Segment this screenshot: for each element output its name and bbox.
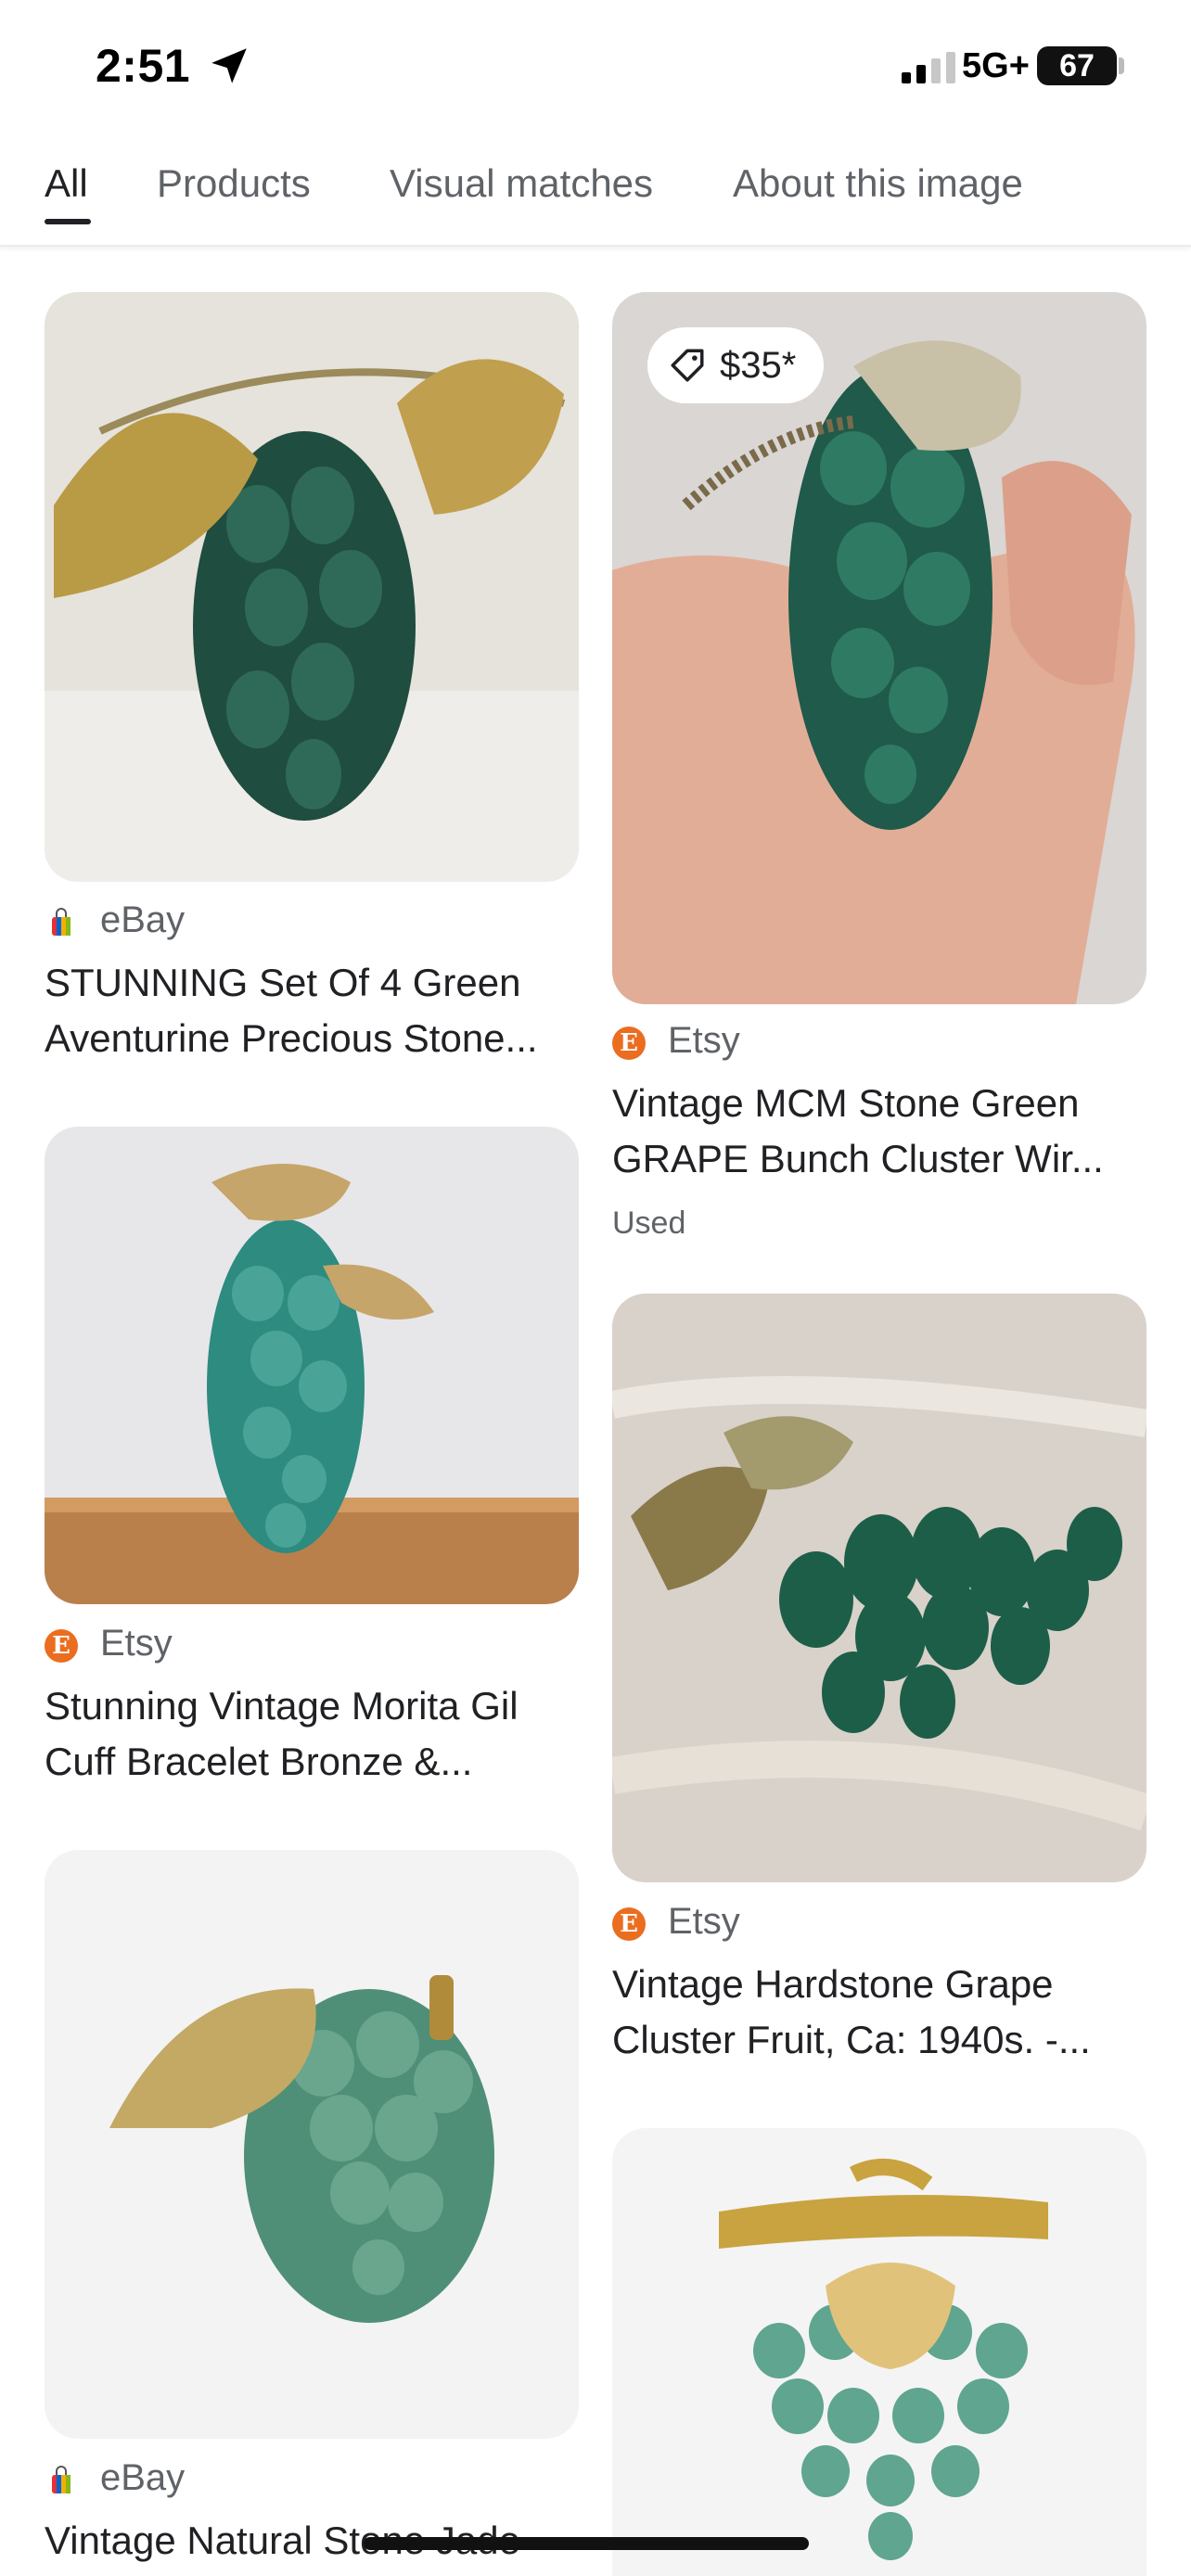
status-time: 2:51 [96,40,191,92]
result-title-line[interactable]: Stunning Vintage Morita Gil [45,1678,519,1734]
source-name: Etsy [668,1020,740,1061]
result-image[interactable] [612,2128,1146,2576]
cellular-signal-icon [902,52,955,83]
result-source: E Etsy [45,1623,579,1669]
price-badge: $35* [647,327,825,403]
active-tab-indicator [45,219,91,224]
condition-label: Used [612,1205,686,1241]
tab-bar: All Products Visual matches About this i… [0,139,1191,247]
result-source: E Etsy [612,1020,1146,1066]
ebay-bag-icon [52,908,70,936]
result-title-line[interactable]: STUNNING Set Of 4 Green [45,955,520,1011]
result-image[interactable]: $35* [612,292,1146,1004]
result-title-line[interactable]: Cluster Fruit, Ca: 1940s. -... [612,2012,1091,2068]
price-text: $35* [720,344,797,386]
result-card-5[interactable]: eBay Vintage Natural Stone Jade [45,1850,579,2576]
result-image[interactable] [45,1850,579,2439]
home-indicator[interactable] [364,2537,809,2550]
result-card-6[interactable] [612,2128,1146,2576]
battery-icon: 67 [1037,46,1117,85]
tab-all[interactable]: All [45,161,88,206]
status-bar: 2:51 5G+ 67 [0,0,1191,130]
result-title-line[interactable]: Vintage Hardstone Grape [612,1957,1054,2012]
etsy-icon: E [45,1629,78,1663]
result-card-1[interactable]: eBay STUNNING Set Of 4 Green Aventurine … [45,292,579,1071]
result-source: E Etsy [612,1901,1146,1947]
tab-visual-matches[interactable]: Visual matches [390,161,653,206]
result-card-4[interactable]: E Etsy Vintage Hardstone Grape Cluster F… [612,1294,1146,2072]
tab-about-this-image[interactable]: About this image [733,161,1023,206]
result-source: eBay [45,2457,579,2504]
source-name: eBay [100,899,186,940]
result-source: eBay [45,899,579,946]
etsy-icon: E [612,1027,646,1060]
network-type: 5G+ [962,46,1030,85]
result-card-2[interactable]: $35* E Etsy Vintage MCM Stone Green GRAP… [612,292,1146,1247]
result-image[interactable] [45,1127,579,1604]
etsy-icon: E [612,1907,646,1941]
result-image[interactable] [612,1294,1146,1882]
tab-products[interactable]: Products [157,161,311,206]
battery-cap [1119,57,1124,74]
price-tag-icon [671,349,704,382]
result-image[interactable] [45,292,579,882]
source-name: Etsy [100,1623,173,1664]
result-card-3[interactable]: E Etsy Stunning Vintage Morita Gil Cuff … [45,1127,579,1794]
location-arrow-icon [211,48,247,83]
result-title-line[interactable]: Aventurine Precious Stone... [45,1011,538,1066]
source-name: eBay [100,2457,186,2498]
result-title-line[interactable]: Cuff Bracelet Bronze &... [45,1734,472,1790]
source-name: Etsy [668,1901,740,1942]
ebay-bag-icon [52,2466,70,2493]
result-title-line[interactable]: Vintage MCM Stone Green [612,1076,1080,1131]
result-title-line[interactable]: GRAPE Bunch Cluster Wir... [612,1131,1104,1187]
